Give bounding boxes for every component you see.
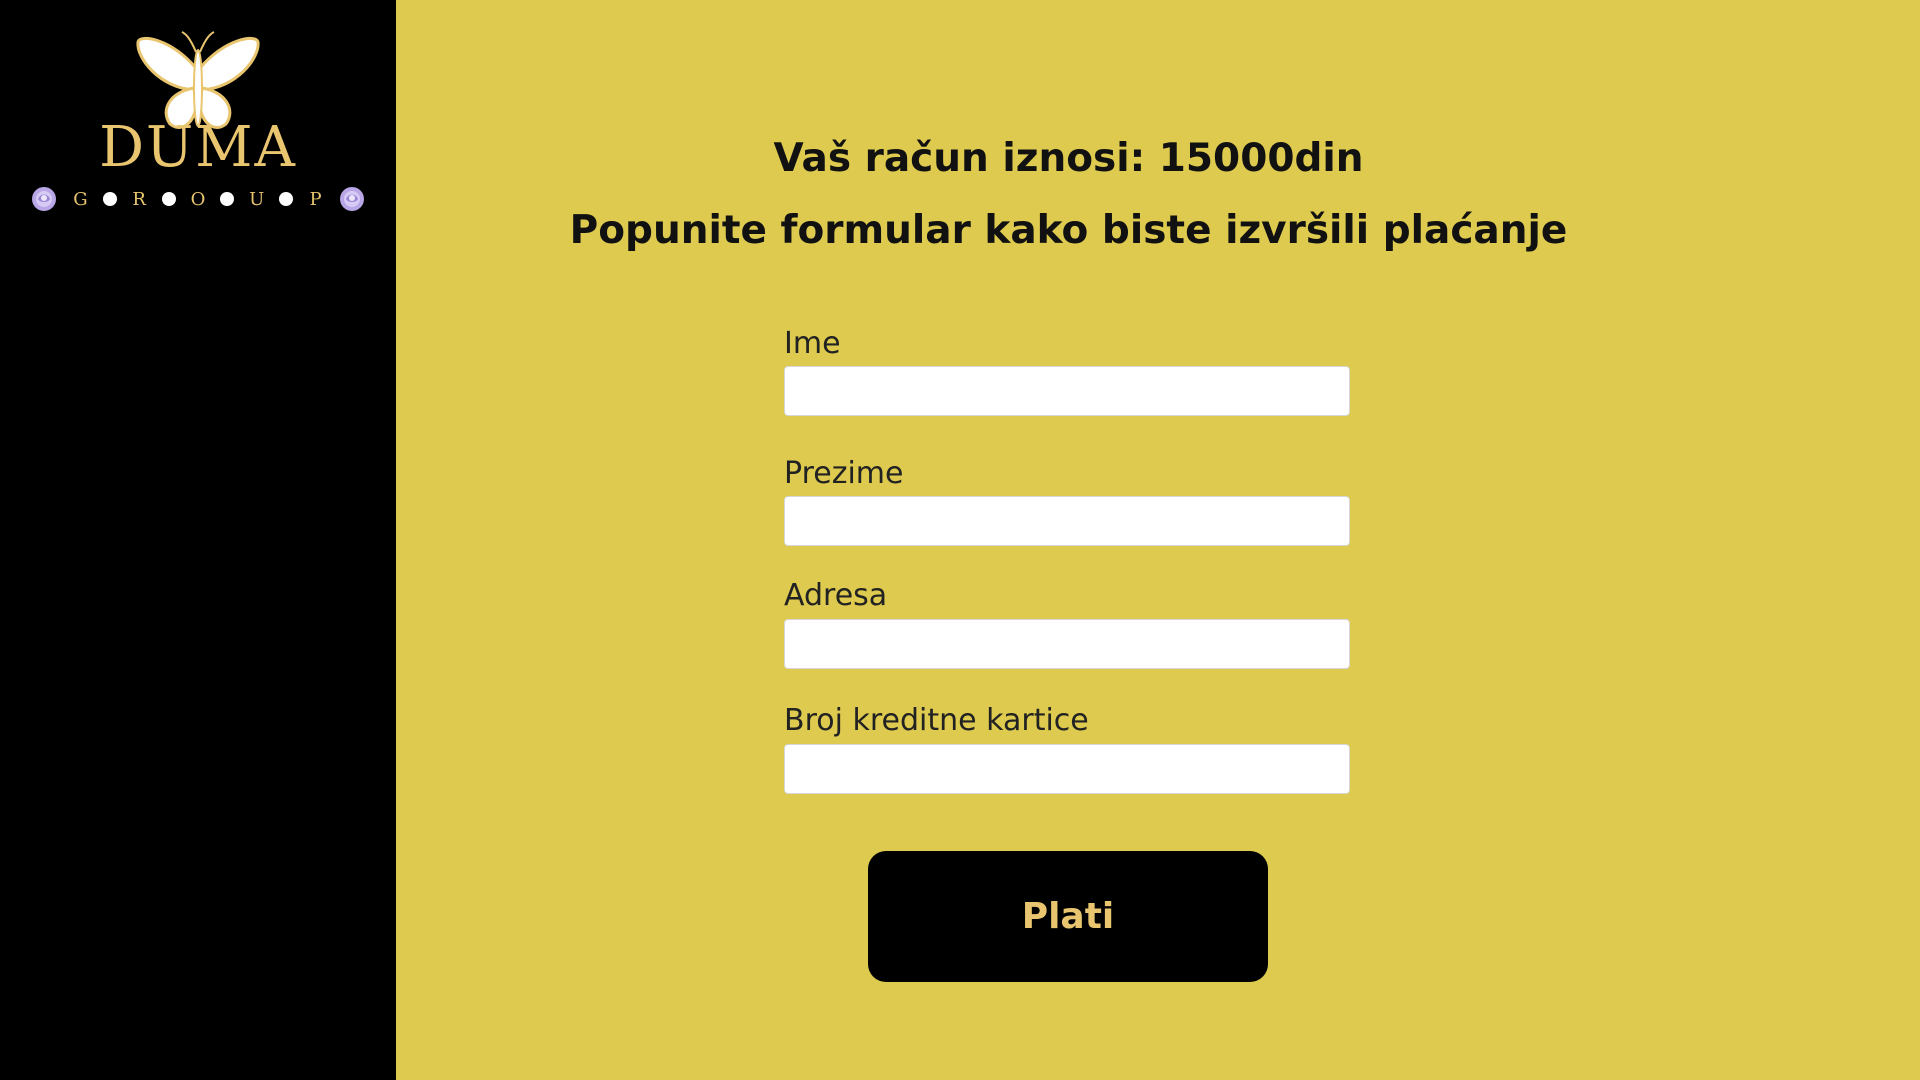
- amount-heading: Vaš račun iznosi: 15000din: [773, 136, 1364, 181]
- card-number-input[interactable]: [784, 744, 1350, 794]
- brand-name: DUMA: [99, 115, 297, 180]
- brand-sub-letter: U: [249, 188, 265, 210]
- instruction-heading: Popunite formular kako biste izvršili pl…: [569, 208, 1568, 253]
- dot-icon: [279, 192, 294, 206]
- dot-icon: [161, 192, 176, 206]
- dot-icon: [102, 192, 117, 206]
- sidebar: DUMA G R O U P: [0, 0, 396, 1080]
- rose-icon: [339, 187, 364, 211]
- first-name-label: Ime: [784, 326, 841, 361]
- last-name-input[interactable]: [784, 496, 1350, 546]
- card-number-label: Broj kreditne kartice: [784, 703, 1089, 738]
- brand-sub-letter: R: [132, 188, 146, 210]
- address-input[interactable]: [784, 619, 1350, 669]
- last-name-label: Prezime: [784, 456, 904, 491]
- brand-sub-letter: P: [309, 188, 322, 210]
- payment-page: DUMA G R O U P Vaš račun iznosi: 15000di…: [0, 0, 1920, 1080]
- address-label: Adresa: [784, 578, 888, 613]
- first-name-input[interactable]: [784, 366, 1350, 416]
- pay-button[interactable]: Plati: [868, 851, 1268, 982]
- dot-icon: [220, 192, 235, 206]
- brand-sub-letter: O: [190, 188, 206, 210]
- brand-sub-letter: G: [73, 188, 88, 210]
- main-content: Vaš račun iznosi: 15000din Popunite form…: [396, 0, 1920, 1080]
- brand-subtitle: G R O U P: [30, 184, 366, 214]
- rose-icon: [32, 187, 56, 211]
